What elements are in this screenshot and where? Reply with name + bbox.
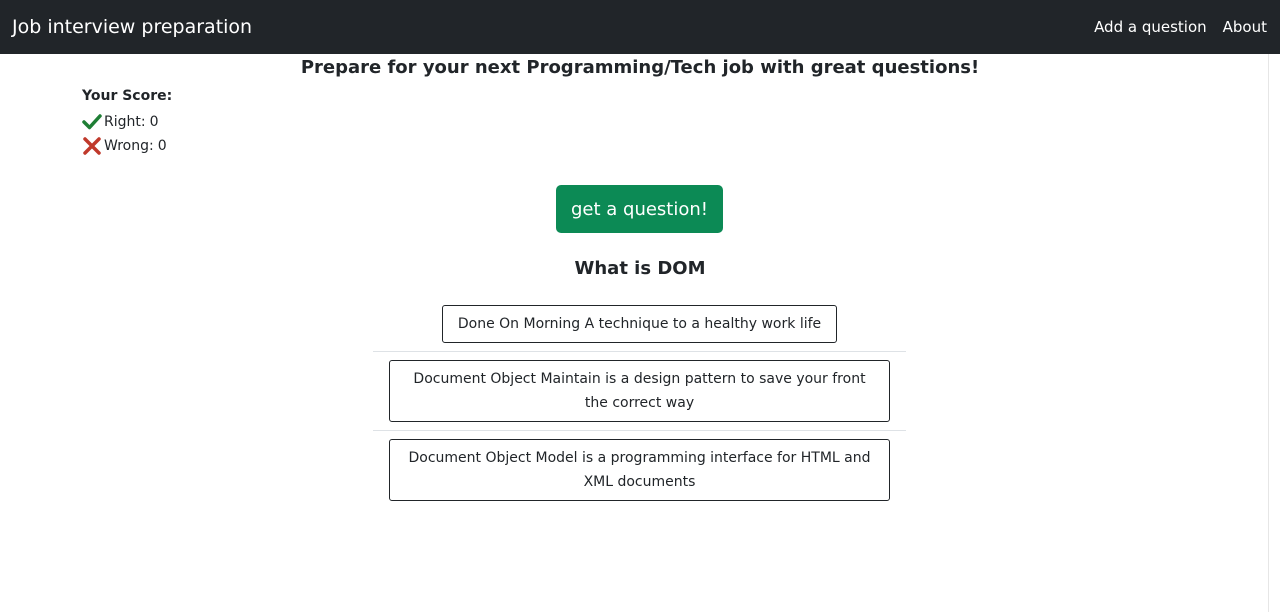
answer-item: Document Object Maintain is a design pat… [373, 360, 906, 431]
score-right-value: 0 [149, 114, 159, 130]
get-question-button[interactable]: get a question! [556, 185, 723, 233]
nav-link-add-question[interactable]: Add a question [1094, 18, 1207, 36]
answer-item: Document Object Model is a programming i… [373, 439, 906, 509]
answer-list: Done On Morning A technique to a healthy… [373, 305, 906, 517]
answer-button-3[interactable]: Document Object Model is a programming i… [389, 439, 890, 501]
answer-item: Done On Morning A technique to a healthy… [373, 305, 906, 352]
nav-link-about[interactable]: About [1223, 18, 1267, 36]
score-wrong-label: Wrong: [104, 138, 154, 154]
navbar: Job interview preparation Add a question… [0, 0, 1280, 54]
answer-button-1[interactable]: Done On Morning A technique to a healthy… [442, 305, 837, 343]
score-right-label: Right: [104, 114, 146, 130]
scrollbar[interactable] [1268, 54, 1280, 612]
brand-link[interactable]: Job interview preparation [12, 16, 252, 38]
score-right-row: Right: 0 [82, 110, 172, 134]
score-title: Your Score: [82, 88, 173, 104]
answer-button-2[interactable]: Document Object Maintain is a design pat… [389, 360, 890, 422]
cross-icon [83, 137, 101, 155]
question-text: What is DOM [574, 258, 706, 279]
score-wrong-row: Wrong: 0 [82, 134, 172, 158]
page-headline: Prepare for your next Programming/Tech j… [300, 57, 980, 78]
nav-links: Add a question About [1078, 18, 1267, 36]
check-icon [82, 114, 102, 130]
score-panel: Your Score: Right: 0 Wrong: 0 [82, 88, 172, 158]
score-wrong-value: 0 [157, 138, 167, 154]
